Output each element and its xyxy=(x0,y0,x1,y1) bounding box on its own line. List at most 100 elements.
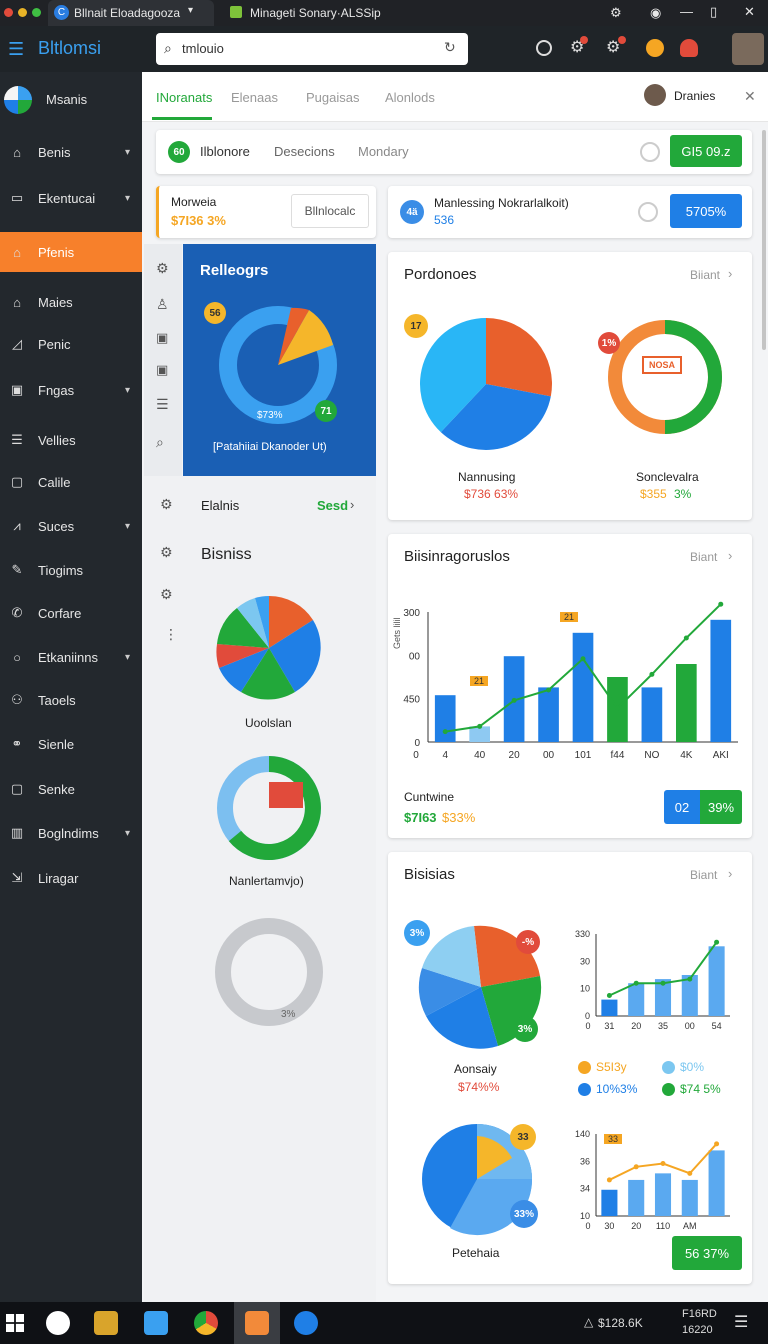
minimize-dot-icon[interactable] xyxy=(18,8,27,17)
browser-app-icon[interactable] xyxy=(194,1311,218,1335)
gear-icon-2[interactable]: ⚙ xyxy=(160,544,173,561)
minimize-icon[interactable]: — xyxy=(680,4,693,19)
legend-item: $0% xyxy=(662,1060,704,1074)
sidebar-item-taoels[interactable]: ⚇ Taoels xyxy=(0,680,142,720)
square-icon-2[interactable]: ▣ xyxy=(156,362,168,378)
home-icon: ⌂ xyxy=(13,144,21,160)
chevron-down-icon[interactable]: ▾ xyxy=(188,5,193,16)
bar-footer-title: Cuntwine xyxy=(404,790,455,804)
chevron-right-icon[interactable]: › xyxy=(350,497,354,512)
bar-footer-button-a[interactable]: 02 xyxy=(664,790,700,824)
row-link[interactable]: Sesd xyxy=(317,498,348,513)
chevron-down-icon[interactable]: ▾ xyxy=(125,652,130,663)
sidebar-item-tiogims[interactable]: ✎ Tiogims xyxy=(0,550,142,590)
avatar[interactable] xyxy=(732,33,764,65)
sidebar-item-suces[interactable]: ⩘ Suces ▾ xyxy=(0,506,142,546)
account-icon[interactable]: ◉ xyxy=(650,5,661,21)
sidebar-item-benis[interactable]: ⌂ Benis ▾ xyxy=(0,132,142,172)
sidebar-item-senke[interactable]: ▢ Senke xyxy=(0,769,142,809)
bar xyxy=(628,1179,645,1216)
close-dot-icon[interactable] xyxy=(4,8,13,17)
gear-icon-3[interactable]: ⚙ xyxy=(160,586,173,603)
maximize-dot-icon[interactable] xyxy=(32,8,41,17)
user-avatar[interactable] xyxy=(644,84,666,106)
browser-tab-2[interactable]: Minageti Sonary·ALSSip xyxy=(222,0,422,26)
bar-footer-button-b[interactable]: 39% xyxy=(700,790,742,824)
sidebar-item-vellies[interactable]: ☰ Vellies xyxy=(0,420,142,460)
sidebar-item-fngas[interactable]: ▣ Fngas ▾ xyxy=(0,370,142,410)
stat-left-value: $7I36 3% xyxy=(171,213,226,228)
tab-pugaisas[interactable]: Pugaisas xyxy=(306,90,359,105)
gear-icon[interactable]: ⚙ xyxy=(160,496,173,513)
calendar-app-icon[interactable] xyxy=(245,1311,269,1335)
x-tick-label: 54 xyxy=(712,1021,722,1031)
warning-icon[interactable]: △ xyxy=(584,1315,593,1329)
sidebar-item-etkaniinns[interactable]: ○ Etkaniinns ▾ xyxy=(0,637,142,677)
clear-icon[interactable] xyxy=(638,202,658,222)
more-icon[interactable]: ⋮ xyxy=(164,626,178,643)
alert-icon[interactable] xyxy=(680,39,698,57)
podonoes-link[interactable]: Biiant xyxy=(690,268,720,282)
chevron-right-icon[interactable]: › xyxy=(728,866,732,881)
start-icon[interactable] xyxy=(6,1314,24,1332)
menu-icon[interactable]: ☰ xyxy=(8,40,24,58)
restore-icon[interactable]: ▯ xyxy=(710,4,717,20)
filter-apply-button[interactable]: GI5 09.z xyxy=(670,135,742,167)
refresh-icon[interactable]: ↻ xyxy=(444,39,456,56)
filter-label-3[interactable]: Mondary xyxy=(358,144,409,159)
sidebar-item-ekentucai[interactable]: ▭ Ekentucai ▾ xyxy=(0,178,142,218)
chevron-down-icon[interactable]: ▾ xyxy=(125,828,130,839)
line-point xyxy=(683,635,689,641)
legend-item: 10%3% xyxy=(578,1082,637,1096)
chevron-down-icon[interactable]: ▾ xyxy=(125,521,130,532)
sidebar-item-liragar[interactable]: ⇲ Liragar xyxy=(0,858,142,898)
sidebar-item-corfare[interactable]: ✆ Corfare xyxy=(0,593,142,633)
line-point xyxy=(714,939,720,945)
chevron-down-icon[interactable]: ▾ xyxy=(125,193,130,204)
sidebar-item-sienle[interactable]: ⚭ Sienle xyxy=(0,724,142,764)
section-title: Bisniss xyxy=(201,546,252,563)
chevron-down-icon[interactable]: ▾ xyxy=(125,147,130,158)
scrollbar-thumb[interactable] xyxy=(762,130,766,350)
search-input[interactable]: ⌕ tmlouio ↻ xyxy=(156,33,468,65)
filter-label-2[interactable]: Desecions xyxy=(274,144,335,159)
bisisias-link[interactable]: Biant xyxy=(690,868,717,882)
sidebar-item-penic[interactable]: ◿ Penic xyxy=(0,324,142,364)
close-icon[interactable]: ✕ xyxy=(744,4,755,20)
store-app-icon[interactable] xyxy=(144,1311,168,1335)
pod-value-2a: $355 xyxy=(640,487,667,501)
extension-icon[interactable]: ⚙ xyxy=(610,5,622,21)
clear-filter-icon[interactable] xyxy=(640,142,660,162)
close-panel-button[interactable]: ✕ xyxy=(744,88,756,105)
stat-left-button[interactable]: Bllnlocalc xyxy=(291,194,369,228)
podonoes-badge-2: 1% xyxy=(598,332,620,354)
sidebar-item-pfenis[interactable]: ⌂ Pfenis xyxy=(0,232,142,272)
status-icon[interactable] xyxy=(536,40,552,56)
chevron-right-icon[interactable]: › xyxy=(728,548,732,563)
blue-badge-top: 56 xyxy=(204,302,226,324)
tab-alonlods[interactable]: Alonlods xyxy=(385,90,435,105)
accessibility-app-icon[interactable] xyxy=(294,1311,318,1335)
sidebar-item-boglndims[interactable]: ▥ Boglndims ▾ xyxy=(0,813,142,853)
tab-elenaas[interactable]: Elenaas xyxy=(231,90,278,105)
settings-icon[interactable]: ⚙ xyxy=(156,260,169,277)
sidebar-item-maies[interactable]: ⌂ Maies xyxy=(0,282,142,322)
chevron-down-icon[interactable]: ▾ xyxy=(125,385,130,396)
square-icon[interactable]: ▣ xyxy=(156,330,168,346)
bar-card-link[interactable]: Biant xyxy=(690,550,717,564)
stat-right-button[interactable]: 5705% xyxy=(670,194,742,228)
compass-app-icon[interactable] xyxy=(46,1311,70,1335)
bisisias-button[interactable]: 56 37% xyxy=(672,1236,742,1270)
filter-label-1[interactable]: Ilblonore xyxy=(200,144,250,159)
podonoes-title: Pordonoes xyxy=(404,266,477,283)
list-icon[interactable]: ☰ xyxy=(156,396,169,413)
user-icon[interactable]: ♙ xyxy=(156,296,169,313)
folder-app-icon[interactable] xyxy=(94,1311,118,1335)
search-icon[interactable]: ⌕ xyxy=(156,434,164,451)
tab-inoranats[interactable]: INoranats xyxy=(156,90,212,105)
browser-tab-1[interactable]: C Bllnait Eloadagooza ▾ xyxy=(48,0,214,26)
emoji-icon[interactable] xyxy=(646,39,664,57)
chevron-right-icon[interactable]: › xyxy=(728,266,732,281)
notifications-icon[interactable]: ☰ xyxy=(734,1312,748,1332)
sidebar-item-calile[interactable]: ▢ Calile xyxy=(0,462,142,502)
